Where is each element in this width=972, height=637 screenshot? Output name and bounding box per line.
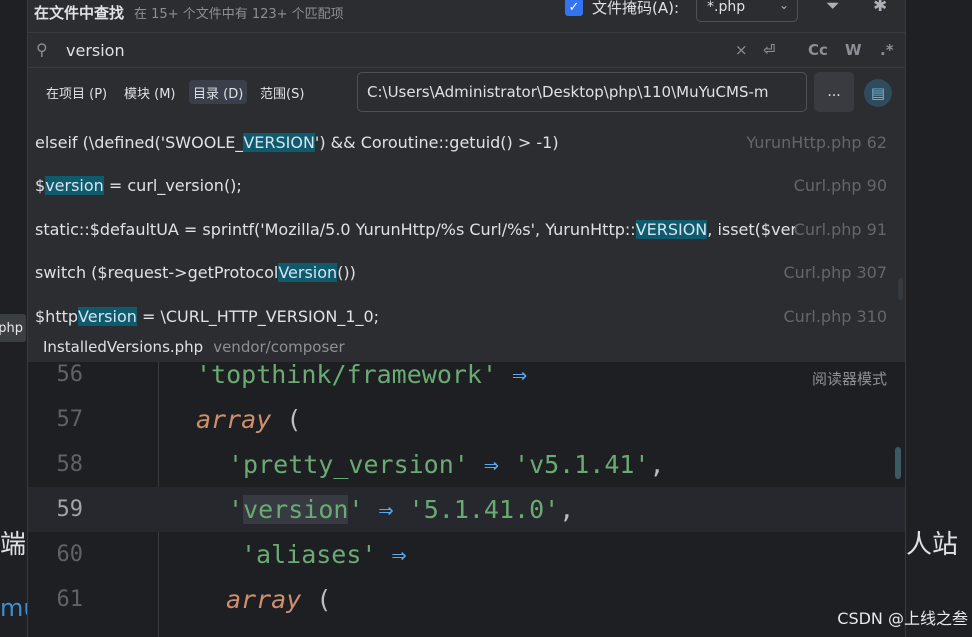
code-line: 57 array ( [28, 397, 905, 442]
code-punct: ( [286, 405, 302, 434]
code-operator: ⇒ [378, 495, 394, 524]
tab-scope[interactable]: 范围(S) [256, 80, 308, 104]
result-text: switch ($request->getProtocol [35, 262, 279, 282]
result-text: , isset($versi [707, 219, 795, 239]
clear-icon[interactable]: × [735, 41, 748, 59]
result-text: elseif (\defined('SWOOLE_ [35, 132, 244, 152]
directory-path-field[interactable]: C:\Users\Administrator\Desktop\php\110\M… [357, 72, 807, 112]
result-file: Curl.php 307 [783, 262, 888, 282]
result-row[interactable]: switch ($request->getProtocolVersion()) … [28, 252, 905, 292]
match-highlight: Version [78, 306, 137, 326]
browse-button[interactable]: ... [814, 72, 854, 112]
preview-editor[interactable]: 阅读器模式 56 'topthink/framework' ⇒ 57 array… [28, 360, 905, 637]
results-scrollbar[interactable] [898, 278, 903, 300]
match-case-toggle[interactable]: Cc [808, 41, 828, 59]
code-operator: ⇒ [483, 450, 499, 479]
line-number: 60 [56, 542, 84, 567]
match-highlight: VERSION [635, 219, 708, 239]
match-highlight: version [45, 175, 104, 195]
result-text: $http [35, 306, 79, 326]
chevron-down-icon: ⌄ [778, 0, 789, 12]
match-highlight: Version [278, 262, 338, 282]
line-number: 57 [56, 407, 84, 432]
code-line: 60 'aliases' ⇒ [28, 532, 905, 577]
scope-row: 在项目 (P) 模块 (M) 目录 (D) 范围(S) C:\Users\Adm… [28, 69, 905, 115]
search-icon[interactable]: ⚲ [36, 40, 48, 59]
code-operator: ⇒ [391, 540, 407, 569]
result-file: Curl.php 310 [783, 306, 888, 326]
regex-toggle[interactable]: .* [880, 41, 894, 59]
code-punct: , [649, 450, 665, 479]
watermark: CSDN @上线之叁 [837, 609, 968, 628]
result-text: ()) [337, 262, 356, 282]
result-text: static::$defaultUA = sprintf('Mozilla/5.… [35, 219, 636, 239]
file-mask-checkbox[interactable]: ✓ [565, 0, 583, 16]
background-text-right: 人站​ [906, 530, 959, 560]
tab-directory[interactable]: 目录 (D) [189, 80, 248, 104]
code-string: ' [228, 495, 244, 524]
code-keyword: array [226, 585, 302, 614]
code-punct: , [559, 495, 575, 524]
match-highlight: version [243, 495, 349, 524]
code-string: '5.1.41.0' [408, 495, 560, 524]
match-highlight: VERSION [243, 132, 315, 152]
search-row: ⚲ × ⏎ Cc W .* [28, 32, 905, 68]
code-punct: ( [316, 585, 332, 614]
code-line: 56 'topthink/framework' ⇒ [28, 352, 905, 397]
result-row[interactable]: $httpVersion = \CURL_HTTP_VERSION_1_0; C… [28, 296, 905, 336]
editor-tab-php[interactable]: php [0, 314, 26, 342]
code-string: 'v5.1.41' [514, 450, 650, 479]
search-input[interactable] [66, 38, 666, 62]
file-mask-select[interactable]: *.php ⌄ [696, 0, 798, 22]
tab-project[interactable]: 在项目 (P) [42, 80, 111, 104]
result-text: = \CURL_HTTP_VERSION_1_0; [136, 306, 380, 326]
line-number: 58 [56, 452, 84, 477]
file-mask-value: *.php [707, 0, 746, 15]
result-row[interactable]: $version = curl_version(); Curl.php 90 [28, 165, 905, 205]
match-count: 在 15+ 个文件中有 123+ 个匹配项 [134, 6, 344, 22]
result-file: Curl.php 91 [793, 219, 887, 239]
line-number: 61 [56, 587, 84, 612]
result-row[interactable]: elseif (\defined('SWOOLE_VERSION') && Co… [28, 122, 905, 162]
line-number: 59 [56, 497, 84, 522]
result-text: ') && Coroutine::getuid() > -1) [314, 132, 559, 152]
code-string: 'topthink/framework' [196, 360, 498, 389]
whole-word-toggle[interactable]: W [845, 41, 862, 59]
code-line: 58 'pretty_version' ⇒ 'v5.1.41', [28, 442, 905, 487]
code-string: 'pretty_version' [228, 450, 469, 479]
dialog-title: 在文件中查找 [34, 3, 125, 22]
code-line: 61 array ( [28, 577, 905, 622]
line-number: 56 [56, 362, 84, 387]
folder-icon[interactable]: ▤ [864, 79, 892, 107]
code-keyword: array [196, 405, 272, 434]
find-in-files-dialog: 在文件中查找 在 15+ 个文件中有 123+ 个匹配项 ✓ 文件掩码(A): … [27, 0, 906, 637]
result-text: = curl_version(); [103, 175, 242, 195]
result-text: $ [35, 175, 46, 195]
file-mask-label: 文件掩码(A): [592, 0, 680, 17]
editor-scrollbar[interactable] [895, 447, 901, 479]
code-line-current: 59 'version' ⇒ '5.1.41.0', [28, 487, 905, 532]
filter-icon[interactable]: ⏷ [826, 0, 840, 16]
code-string: 'aliases' [241, 540, 377, 569]
result-row[interactable]: static::$defaultUA = sprintf('Mozilla/5.… [28, 209, 905, 249]
pin-icon[interactable]: ✱ [873, 0, 887, 16]
background-text: 端 [0, 530, 27, 560]
newline-icon[interactable]: ⏎ [763, 41, 776, 59]
result-file: Curl.php 90 [793, 175, 887, 195]
code-operator: ⇒ [512, 360, 528, 389]
results-list: elseif (\defined('SWOOLE_VERSION') && Co… [28, 122, 905, 332]
code-string: ' [348, 495, 364, 524]
tab-module[interactable]: 模块 (M) [120, 80, 180, 104]
result-file: YurunHttp.php 62 [746, 132, 887, 152]
